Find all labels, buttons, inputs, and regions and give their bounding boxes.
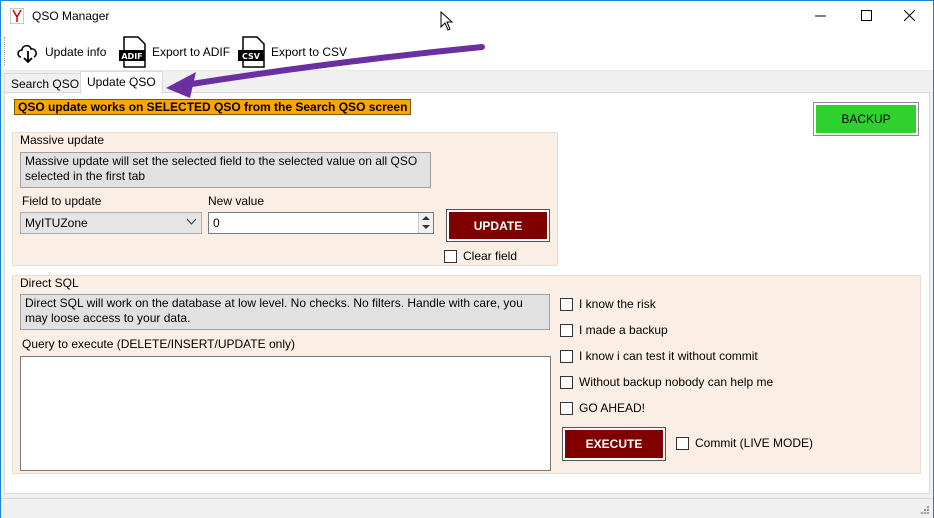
check-nobody-can-help[interactable]: Without backup nobody can help me (560, 375, 773, 389)
check-made-backup-label: I made a backup (579, 323, 668, 337)
check-go-ahead[interactable]: GO AHEAD! (560, 401, 645, 415)
update-info-button[interactable]: Update info (15, 35, 106, 69)
title-bar[interactable]: QSO Manager (1, 1, 933, 31)
commit-live-checkbox[interactable]: Commit (LIVE MODE) (676, 436, 813, 450)
check-nobody-can-help-box[interactable] (560, 375, 573, 389)
direct-sql-title: Direct SQL (20, 276, 79, 290)
maximize-icon (861, 10, 872, 21)
download-cloud-icon (17, 44, 37, 64)
mouse-cursor-icon (440, 11, 454, 31)
commit-live-label: Commit (LIVE MODE) (695, 436, 814, 450)
close-icon (904, 10, 916, 22)
toolbar-grip[interactable] (4, 37, 8, 65)
massive-update-title: Massive update (20, 133, 105, 147)
new-value-spinner[interactable] (418, 213, 433, 233)
check-go-ahead-box[interactable] (560, 401, 573, 415)
tab-search-qso[interactable]: Search QSO (4, 73, 87, 93)
check-test-without-commit-label: I know i can test it without commit (579, 349, 758, 363)
check-test-without-commit-box[interactable] (560, 349, 573, 363)
update-info-label: Update info (45, 45, 107, 59)
check-nobody-can-help-label: Without backup nobody can help me (579, 375, 774, 389)
app-window: QSO Manager Update info ADIF Export to A… (0, 0, 934, 518)
direct-sql-info: Direct SQL will work on the database at … (20, 294, 550, 330)
export-adif-label: Export to ADIF (152, 45, 231, 59)
check-know-risk-label: I know the risk (579, 297, 656, 311)
check-test-without-commit[interactable]: I know i can test it without commit (560, 349, 758, 363)
field-to-update-value: MyITUZone (25, 216, 88, 230)
status-bar (1, 498, 933, 518)
update-button[interactable]: UPDATE (446, 209, 550, 242)
clear-field-checkbox[interactable]: Clear field (444, 249, 517, 263)
maximize-button[interactable] (844, 1, 890, 31)
close-button[interactable] (887, 1, 933, 31)
new-value-label: New value (208, 194, 265, 208)
direct-sql-group: Direct SQL Direct SQL will work on the d… (12, 275, 921, 474)
resize-grip-icon[interactable] (920, 505, 930, 515)
minimize-icon (815, 15, 826, 17)
new-value-text: 0 (213, 216, 220, 230)
query-label: Query to execute (DELETE/INSERT/UPDATE o… (22, 337, 295, 351)
adif-file-icon: ADIF (119, 36, 146, 68)
tab-update-qso[interactable]: Update QSO (80, 71, 163, 94)
backup-button[interactable]: BACKUP (813, 102, 919, 136)
toolbar: Update info ADIF Export to ADIF CSV Expo… (1, 31, 933, 71)
spin-up-icon[interactable] (422, 215, 430, 221)
tab-strip: Search QSO Update QSO (1, 71, 933, 94)
chevron-down-icon (187, 218, 196, 225)
clear-field-label: Clear field (463, 249, 518, 263)
export-csv-button[interactable]: CSV Export to CSV (237, 35, 347, 69)
massive-update-info: Massive update will set the selected fie… (20, 152, 431, 188)
query-textarea[interactable] (20, 356, 551, 471)
field-to-update-label: Field to update (22, 194, 102, 208)
selection-warning: QSO update works on SELECTED QSO from th… (14, 99, 412, 115)
minimize-button[interactable] (798, 1, 844, 31)
new-value-input[interactable]: 0 (208, 212, 434, 234)
app-icon (10, 8, 24, 24)
adif-badge-text: ADIF (121, 52, 142, 61)
export-csv-label: Export to CSV (271, 45, 348, 59)
clear-field-box[interactable] (444, 249, 457, 263)
commit-live-box[interactable] (676, 436, 689, 450)
update-qso-page: QSO update works on SELECTED QSO from th… (4, 92, 930, 494)
window-title: QSO Manager (32, 9, 110, 23)
check-know-risk[interactable]: I know the risk (560, 297, 656, 311)
check-made-backup-box[interactable] (560, 323, 573, 337)
check-go-ahead-label: GO AHEAD! (579, 401, 646, 415)
spin-down-icon[interactable] (422, 224, 430, 230)
check-made-backup[interactable]: I made a backup (560, 323, 668, 337)
csv-badge-text: CSV (242, 52, 261, 61)
massive-update-group: Massive update Massive update will set t… (12, 132, 558, 266)
check-know-risk-box[interactable] (560, 297, 573, 311)
field-to-update-select[interactable]: MyITUZone (20, 212, 202, 234)
execute-button[interactable]: EXECUTE (562, 427, 666, 461)
export-adif-button[interactable]: ADIF Export to ADIF (118, 35, 230, 69)
csv-file-icon: CSV (238, 36, 265, 68)
